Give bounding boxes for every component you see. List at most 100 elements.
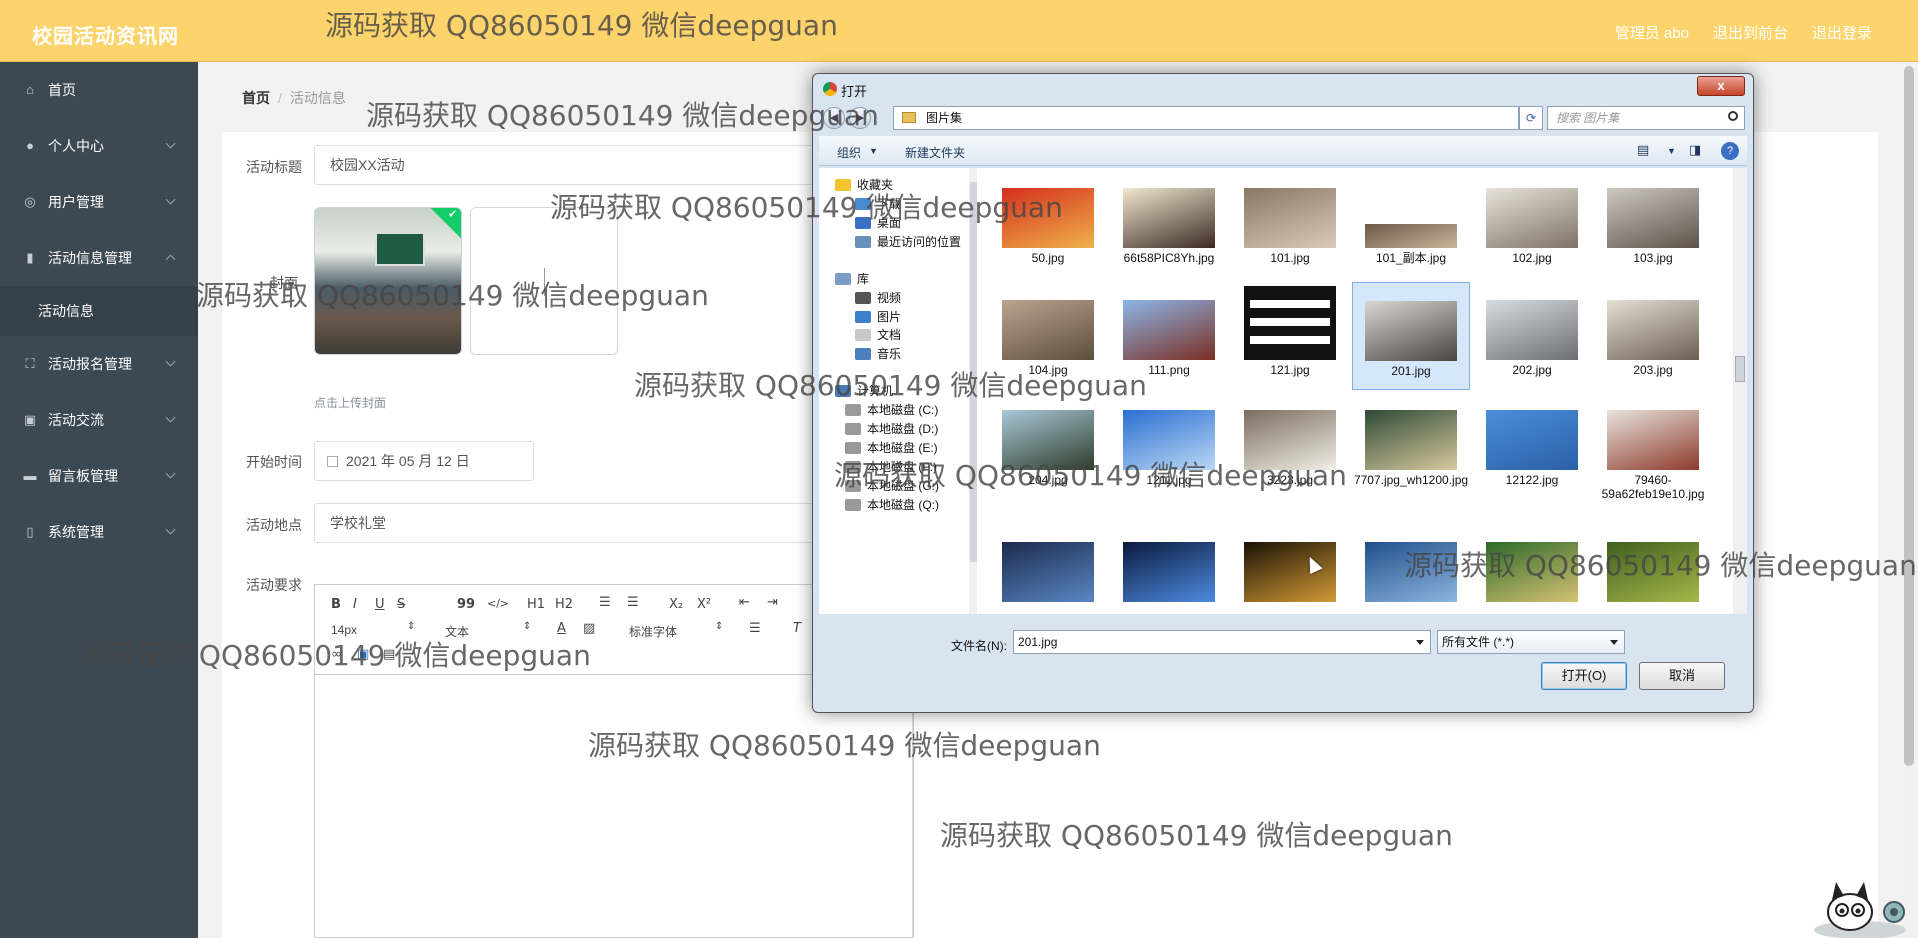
heading2-button[interactable]: H2 <box>555 597 573 612</box>
code-button[interactable]: </> <box>487 597 509 610</box>
file-thumbnail[interactable]: 12122.jpg <box>1473 392 1591 500</box>
page-scrollbar[interactable] <box>1900 62 1918 938</box>
help-icon[interactable]: ? <box>1721 142 1739 160</box>
font-family-select[interactable]: 标准字体 <box>629 623 677 640</box>
sidebar-item-user-management[interactable]: ◎ 用户管理 <box>0 174 198 230</box>
tree-item[interactable]: 图片 <box>855 308 901 325</box>
indent-icon[interactable]: ⇥ <box>767 595 778 610</box>
start-date-picker[interactable]: 2021 年 05 月 12 日 <box>314 441 534 481</box>
file-thumbnail[interactable]: 201.jpg <box>1352 282 1470 390</box>
file-thumbnail[interactable]: 102.jpg <box>1473 170 1591 278</box>
sidebar-item-system-management[interactable]: ▯ 系统管理 <box>0 504 198 560</box>
mascot-cat-icon[interactable] <box>1810 872 1910 938</box>
clear-format-icon[interactable]: T <box>793 621 801 636</box>
cancel-button[interactable]: 取消 <box>1639 662 1725 690</box>
tree-item[interactable]: 计算机 <box>835 382 893 399</box>
underline-button[interactable]: U <box>375 597 385 612</box>
file-thumbnail[interactable]: 104.jpg <box>989 282 1107 390</box>
forward-arrow-icon[interactable]: ▶ <box>849 107 871 129</box>
filename-input[interactable]: 201.jpg <box>1013 630 1431 654</box>
file-thumbnail[interactable] <box>1231 504 1349 614</box>
filetype-select[interactable]: 所有文件 (*.*) <box>1437 630 1625 654</box>
tree-item[interactable]: 音乐 <box>855 345 901 362</box>
file-thumbnail[interactable]: 3223.jpg <box>1231 392 1349 500</box>
file-thumbnail[interactable]: 101.jpg <box>1231 170 1349 278</box>
back-to-front-link[interactable]: 退出到前台 <box>1713 22 1788 43</box>
refresh-icon[interactable]: ⟳ <box>1519 106 1543 130</box>
align-icon[interactable]: ☰ <box>749 621 761 636</box>
superscript-button[interactable]: X² <box>697 597 711 612</box>
file-thumbnail[interactable]: 111.png <box>1110 282 1228 390</box>
sidebar-subitem-activity-info[interactable]: 活动信息 <box>0 286 198 336</box>
ordered-list-icon[interactable]: ☰ <box>599 595 611 610</box>
background-color-icon[interactable]: ▨ <box>583 621 595 636</box>
file-thumbnail[interactable]: 79460-59a62feb19e10.jpg <box>1594 392 1712 501</box>
file-thumbnail[interactable] <box>1352 504 1470 614</box>
image-icon[interactable]: ▣ <box>357 647 369 662</box>
link-icon[interactable]: ∞ <box>331 647 342 662</box>
video-icon[interactable]: ▤ <box>383 647 395 662</box>
tree-item[interactable]: 本地磁盘 (G:) <box>845 477 939 494</box>
breadcrumb-home[interactable]: 首页 <box>242 90 270 106</box>
cover-upload-box[interactable] <box>470 207 618 355</box>
tree-item[interactable]: 本地磁盘 (C:) <box>845 401 938 418</box>
new-folder-button[interactable]: 新建文件夹 <box>905 144 965 161</box>
cover-image[interactable]: ✔ <box>314 207 462 355</box>
bullet-list-icon[interactable]: ☰ <box>627 595 639 610</box>
admin-user-label[interactable]: 管理员 abo <box>1615 22 1689 43</box>
page-scroll-thumb[interactable] <box>1904 66 1914 766</box>
sidebar-item-message-board[interactable]: ▬ 留言板管理 <box>0 448 198 504</box>
sidebar-item-home[interactable]: ⌂ 首页 <box>0 62 198 118</box>
file-thumbnail[interactable] <box>1110 504 1228 614</box>
file-thumbnail[interactable] <box>989 504 1107 614</box>
outdent-icon[interactable]: ⇤ <box>739 595 750 610</box>
upload-hint[interactable]: 点击上传封面 <box>314 394 386 411</box>
sidebar-item-activity-management[interactable]: ▮ 活动信息管理 <box>0 230 198 286</box>
file-grid-scrollbar[interactable] <box>1733 168 1747 614</box>
tree-item[interactable]: 收藏夹 <box>835 176 893 193</box>
tree-item[interactable]: 本地磁盘 (F:) <box>845 458 937 475</box>
heading1-button[interactable]: H1 <box>527 597 545 612</box>
file-thumbnail[interactable]: 7707.jpg_wh1200.jpg <box>1352 392 1470 500</box>
file-thumbnail[interactable]: 202.jpg <box>1473 282 1591 390</box>
tree-item[interactable]: 本地磁盘 (D:) <box>845 420 938 437</box>
file-thumbnail[interactable]: 101_副本.jpg <box>1352 170 1470 278</box>
font-color-icon[interactable]: A <box>557 621 566 636</box>
file-thumbnail[interactable] <box>1473 504 1591 614</box>
tree-item[interactable]: 文档 <box>855 326 901 343</box>
font-size-select[interactable]: 14px <box>331 623 357 637</box>
file-thumbnail[interactable]: 121.jpg <box>1231 282 1349 390</box>
file-thumbnail[interactable]: 103.jpg <box>1594 170 1712 278</box>
file-thumbnail[interactable]: 203.jpg <box>1594 282 1712 390</box>
organize-menu[interactable]: 组织 <box>837 144 861 161</box>
file-grid-scroll-thumb[interactable] <box>1735 356 1745 382</box>
quote-button[interactable]: 99 <box>457 597 475 612</box>
subscript-button[interactable]: X₂ <box>669 597 683 612</box>
file-thumbnail[interactable]: 1211.jpg <box>1110 392 1228 500</box>
dialog-close-button[interactable]: x <box>1697 76 1745 96</box>
tree-item[interactable]: 视频 <box>855 289 901 306</box>
italic-button[interactable]: I <box>353 597 357 612</box>
text-style-select[interactable]: 文本 <box>445 623 469 640</box>
tree-item[interactable]: 桌面 <box>855 214 901 231</box>
site-brand[interactable]: 校园活动资讯网 <box>32 20 179 49</box>
file-thumbnail[interactable]: 50.jpg <box>989 170 1107 278</box>
file-thumbnail[interactable]: 204.jpg <box>989 392 1107 500</box>
view-icon[interactable]: ▤ <box>1637 142 1649 158</box>
open-button[interactable]: 打开(O) <box>1541 662 1627 690</box>
dropdown-arrow-icon[interactable] <box>1416 640 1424 649</box>
file-thumbnail[interactable]: 66t58PIC8Yh.jpg <box>1110 170 1228 278</box>
tree-item[interactable]: 最近访问的位置 <box>855 233 961 250</box>
tree-item[interactable]: 下载 <box>855 195 901 212</box>
tree-item[interactable]: 本地磁盘 (Q:) <box>845 496 939 513</box>
file-thumbnail[interactable] <box>1594 504 1712 614</box>
bold-button[interactable]: B <box>331 597 341 612</box>
address-bar[interactable]: 图片集 <box>893 106 1519 130</box>
strike-button[interactable]: S <box>397 597 405 612</box>
sidebar-item-registration-management[interactable]: ⛶ 活动报名管理 <box>0 336 198 392</box>
logout-link[interactable]: 退出登录 <box>1812 22 1872 43</box>
sidebar-item-activity-exchange[interactable]: ▣ 活动交流 <box>0 392 198 448</box>
tree-item[interactable]: 本地磁盘 (E:) <box>845 439 938 456</box>
dialog-search-input[interactable]: 搜索 图片集 <box>1547 106 1745 130</box>
preview-pane-icon[interactable]: ◨ <box>1689 142 1701 158</box>
